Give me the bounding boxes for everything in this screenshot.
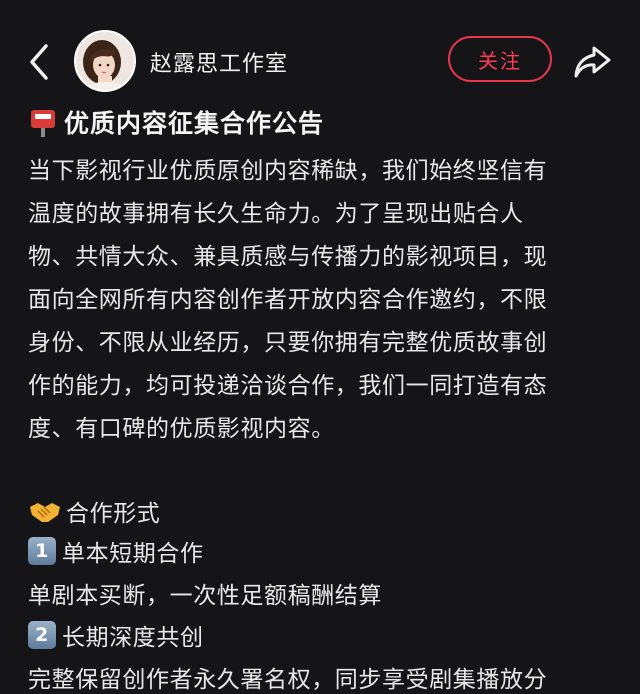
avatar-image: [76, 32, 134, 90]
intro-line: 身份、不限从业经历，只要你拥有完整优质故事创: [28, 330, 548, 356]
post-title-row: 优质内容征集合作公告: [28, 103, 324, 141]
author-name[interactable]: 赵露思工作室: [150, 46, 288, 78]
item-description-row: 单剧本买断，一次性足额稿酬结算: [28, 573, 382, 613]
item-description: 单剧本买断，一次性足额稿酬结算: [28, 583, 382, 609]
post-screen: 赵露思工作室 关注 优质内容征集合作公告 当下影视行业优质原创内容稀缺，我们始终…: [0, 0, 640, 694]
avatar[interactable]: [74, 30, 136, 92]
item-title: 长期深度共创: [62, 625, 204, 651]
section-heading: 合作形式: [28, 491, 160, 531]
share-arrow-icon[interactable]: [572, 44, 612, 80]
intro-line: 面向全网所有内容创作者开放内容合作邀约，不限: [28, 287, 548, 313]
follow-button[interactable]: 关注: [448, 36, 552, 82]
intro-line: 当下影视行业优质原创内容稀缺，我们始终坚信有: [28, 158, 548, 184]
intro-paragraph: 当下影视行业优质原创内容稀缺，我们始终坚信有 温度的故事拥有长久生命力。为了呈现…: [28, 150, 624, 451]
handshake-icon: [30, 503, 60, 522]
keycap-one-icon: 1: [28, 537, 56, 565]
section-title: 合作形式: [66, 501, 161, 527]
item-description: 完整保留创作者永久署名权，同步享受剧集播放分: [28, 667, 548, 693]
mailbox-icon: [31, 110, 55, 137]
item-title-row: 2 长期深度共创: [28, 615, 204, 655]
post-title: 优质内容征集合作公告: [64, 109, 325, 138]
item-description-row: 完整保留创作者永久署名权，同步享受剧集播放分: [28, 657, 547, 694]
intro-line: 物、共情大众、兼具质感与传播力的影视项目，现: [28, 244, 548, 270]
intro-line: 作的能力，均可投递洽谈合作，我们一同打造有态: [28, 373, 548, 399]
intro-line: 度、有口碑的优质影视内容。: [28, 416, 335, 442]
item-title-row: 1 单本短期合作: [28, 531, 204, 571]
keycap-two-icon: 2: [28, 621, 56, 649]
chevron-left-icon[interactable]: [26, 42, 54, 82]
item-title: 单本短期合作: [62, 541, 204, 567]
top-bar: 赵露思工作室 关注: [0, 22, 640, 102]
intro-line: 温度的故事拥有长久生命力。为了呈现出贴合人: [28, 201, 524, 227]
